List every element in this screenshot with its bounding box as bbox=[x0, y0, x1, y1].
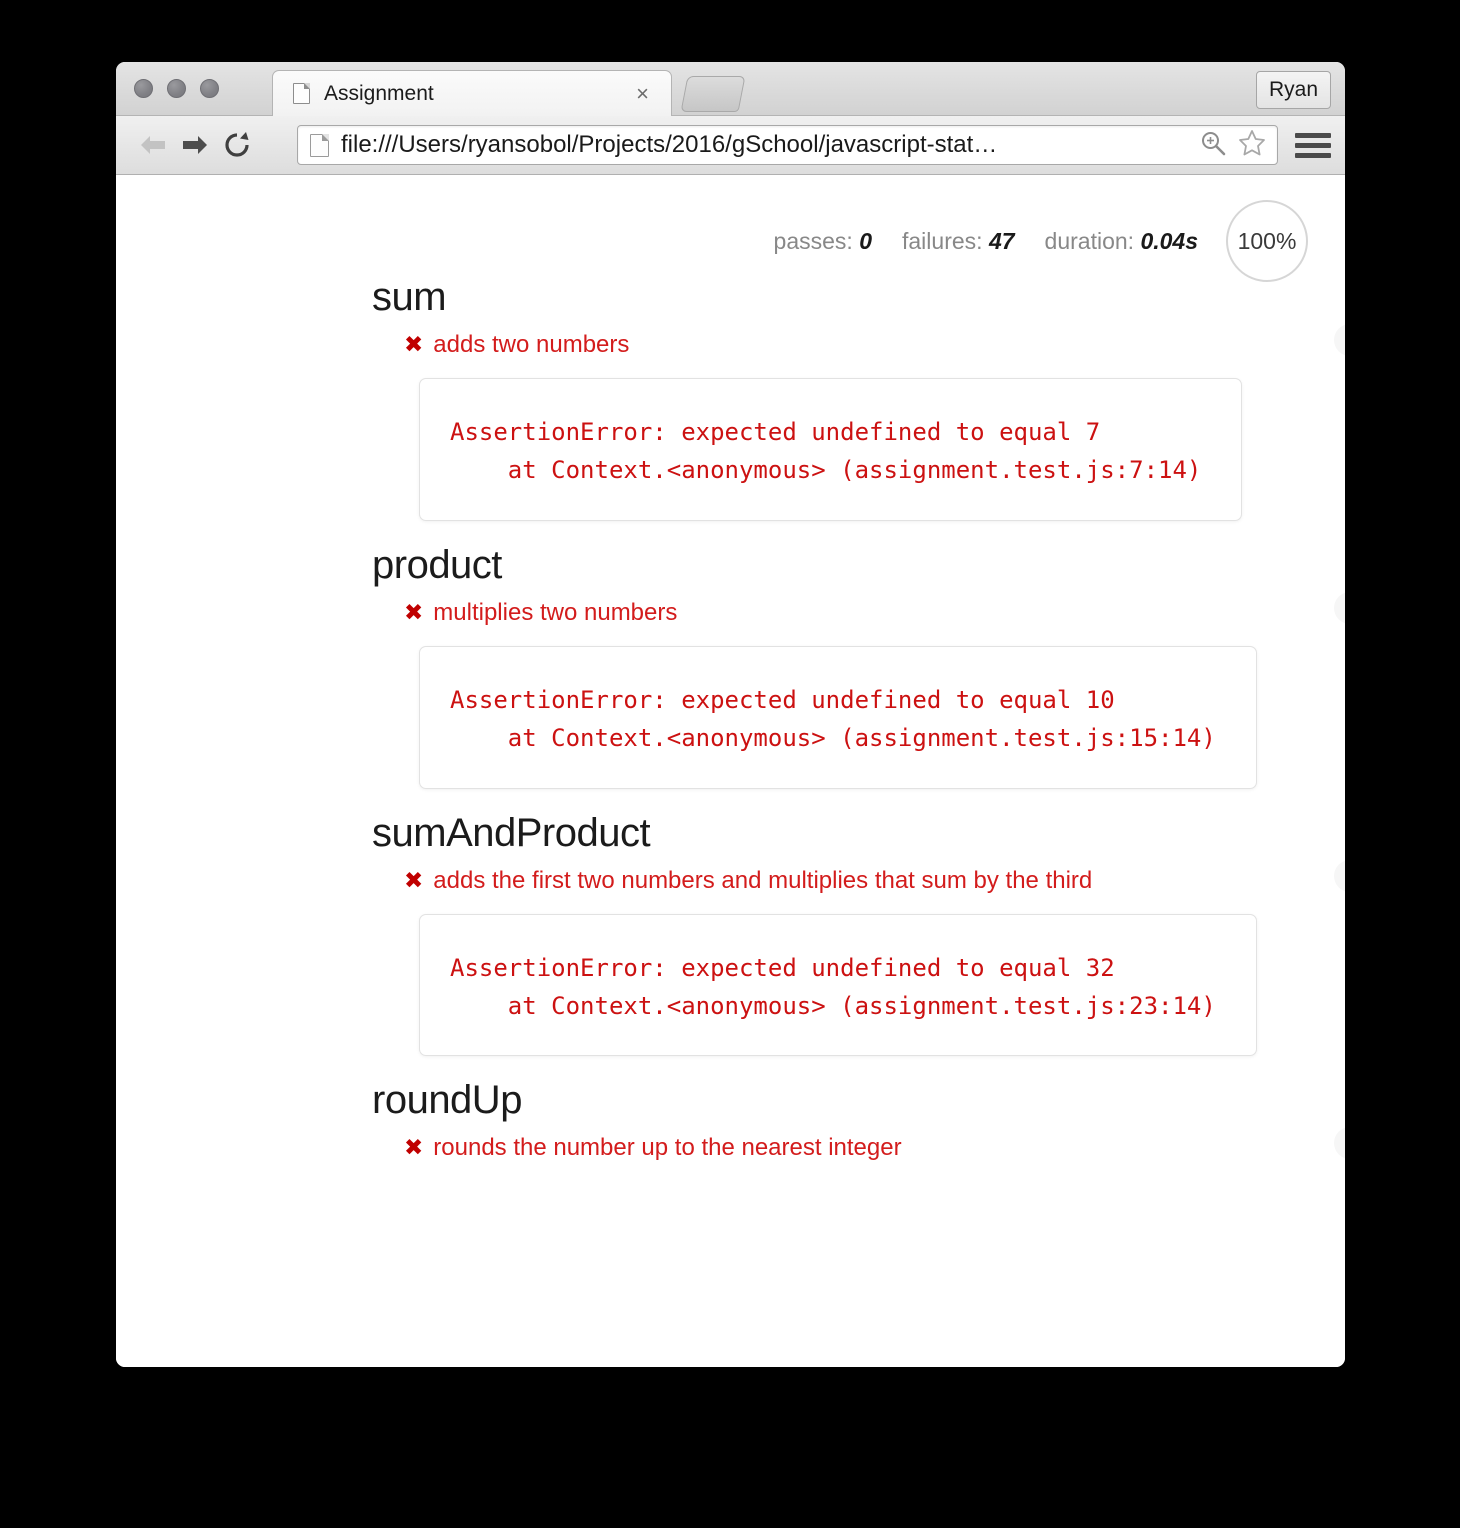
test-row[interactable]: ✖ adds two numbers bbox=[404, 324, 1345, 362]
passes-value: 0 bbox=[859, 227, 872, 254]
error-message: AssertionError: expected undefined to eq… bbox=[450, 418, 1202, 485]
forward-arrow-icon[interactable] bbox=[174, 124, 216, 166]
suite-spacer bbox=[116, 1165, 1345, 1187]
progress-ring: 100% bbox=[1226, 200, 1308, 282]
browser-toolbar: file:///Users/ryansobol/Projects/2016/gS… bbox=[116, 116, 1345, 175]
minimize-window-button[interactable] bbox=[167, 79, 186, 98]
duration-value: 0.04s bbox=[1140, 227, 1198, 254]
duration-label: duration: bbox=[1044, 227, 1135, 254]
url-bar[interactable]: file:///Users/ryansobol/Projects/2016/gS… bbox=[297, 125, 1278, 165]
suite-title: roundUp bbox=[372, 1078, 522, 1123]
test-title: multiplies two numbers bbox=[433, 598, 678, 626]
suite-list: sum ✖ adds two numbers AssertionError: expe… bbox=[116, 275, 1345, 1187]
mocha-report: passes: 0 failures: 47 duration: 0.04s 1… bbox=[116, 175, 1345, 1367]
fail-x-icon: ✖ bbox=[404, 866, 424, 893]
test-suite: roundUp ✖ rounds the number up to the near… bbox=[116, 1078, 1345, 1187]
suite-title: product bbox=[372, 542, 502, 587]
suite-spacer bbox=[116, 789, 1345, 811]
hamburger-menu-icon[interactable] bbox=[1295, 128, 1331, 162]
error-box: AssertionError: expected undefined to eq… bbox=[419, 378, 1243, 521]
test-title: adds two numbers bbox=[433, 331, 630, 358]
replay-play-icon[interactable] bbox=[1334, 859, 1345, 892]
test-row[interactable]: ✖ adds the first two numbers and multipli… bbox=[404, 859, 1345, 898]
document-icon bbox=[310, 133, 329, 157]
test-row[interactable]: ✖ multiplies two numbers bbox=[404, 591, 1345, 630]
suite-title: sumAndProduct bbox=[372, 810, 651, 855]
duration-stat: duration: 0.04s bbox=[1045, 228, 1198, 255]
test-suite: sumAndProduct ✖ adds the first two numbers… bbox=[116, 811, 1345, 1079]
test-stats: passes: 0 failures: 47 duration: 0.04s 1… bbox=[774, 200, 1308, 282]
error-message: AssertionError: expected undefined to eq… bbox=[450, 953, 1216, 1020]
back-arrow-icon[interactable] bbox=[132, 124, 174, 166]
replay-play-icon[interactable] bbox=[1334, 1127, 1345, 1160]
maximize-window-button[interactable] bbox=[200, 79, 219, 98]
fail-x-icon: ✖ bbox=[404, 331, 424, 357]
test-suite: sum ✖ adds two numbers AssertionError: expe… bbox=[116, 275, 1345, 543]
suite-spacer bbox=[116, 1056, 1345, 1078]
error-message: AssertionError: expected undefined to eq… bbox=[450, 685, 1216, 753]
suite-spacer bbox=[116, 521, 1345, 543]
window-controls bbox=[134, 79, 219, 98]
test-title: adds the first two numbers and multiplie… bbox=[433, 866, 1093, 894]
test-title: rounds the number up to the nearest inte… bbox=[433, 1134, 902, 1162]
star-icon[interactable] bbox=[1237, 128, 1267, 163]
tab-title: Assignment bbox=[324, 81, 434, 105]
document-icon bbox=[293, 83, 310, 104]
zoom-in-icon[interactable] bbox=[1199, 129, 1227, 162]
failures-value: 47 bbox=[988, 227, 1015, 254]
profile-button[interactable]: Ryan bbox=[1255, 71, 1331, 109]
tab-bar: Assignment × Ryan bbox=[116, 62, 1345, 116]
passes-label: passes: bbox=[773, 227, 853, 254]
browser-tab[interactable]: Assignment × bbox=[272, 70, 672, 116]
fail-x-icon: ✖ bbox=[404, 1134, 424, 1161]
suite-title: sum bbox=[372, 275, 447, 319]
test-suite: product ✖ multiplies two numbers AssertionE… bbox=[116, 543, 1345, 811]
close-window-button[interactable] bbox=[134, 79, 153, 98]
error-box: AssertionError: expected undefined to eq… bbox=[419, 913, 1257, 1057]
replay-play-icon[interactable] bbox=[1334, 324, 1345, 356]
reload-icon[interactable] bbox=[216, 124, 258, 166]
url-text: file:///Users/ryansobol/Projects/2016/gS… bbox=[341, 131, 998, 158]
new-tab-button[interactable] bbox=[680, 76, 746, 112]
fail-x-icon: ✖ bbox=[404, 598, 424, 625]
replay-play-icon[interactable] bbox=[1334, 591, 1345, 624]
failures-stat: failures: 47 bbox=[902, 228, 1015, 255]
browser-window: Assignment × Ryan file:///Users/ryansobo… bbox=[116, 62, 1345, 1367]
error-box: AssertionError: expected undefined to eq… bbox=[419, 645, 1257, 789]
passes-stat: passes: 0 bbox=[774, 228, 872, 255]
test-row[interactable]: ✖ rounds the number up to the nearest int… bbox=[404, 1127, 1345, 1165]
failures-label: failures: bbox=[902, 227, 983, 254]
close-icon[interactable]: × bbox=[636, 82, 649, 105]
